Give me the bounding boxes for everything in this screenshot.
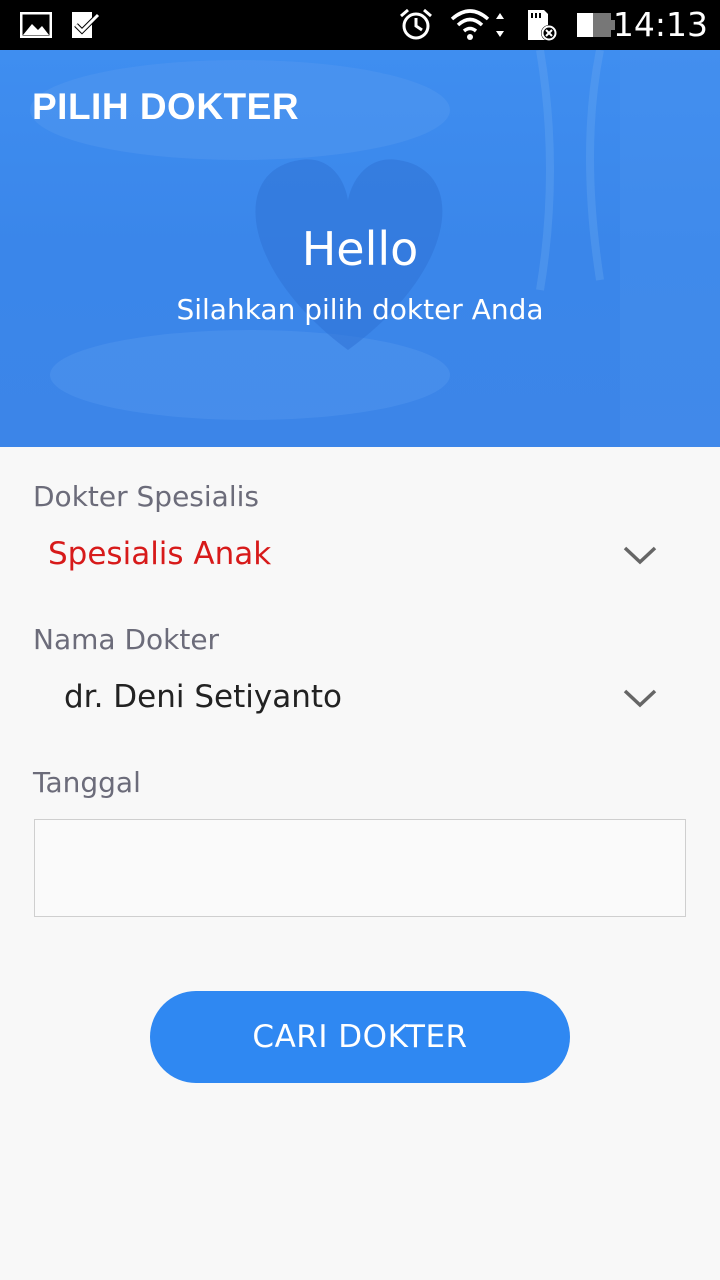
task-check-icon <box>70 8 100 42</box>
chevron-down-icon <box>623 689 657 708</box>
status-bar: 14:13 <box>0 0 720 50</box>
date-label: Tanggal <box>33 766 141 799</box>
wifi-icon <box>450 8 508 42</box>
battery-icon <box>576 8 616 42</box>
doctor-selected-value: dr. Deni Setiyanto <box>64 679 342 715</box>
specialist-label: Dokter Spesialis <box>33 480 259 513</box>
subtitle-text: Silahkan pilih dokter Anda <box>176 293 544 326</box>
chevron-down-icon <box>623 546 657 565</box>
header-banner: PILIH DOKTER Hello Silahkan pilih dokter… <box>0 50 720 447</box>
doctor-name-label: Nama Dokter <box>33 623 220 656</box>
doctor-dropdown[interactable]: dr. Deni Setiyanto <box>33 669 687 729</box>
page-title: PILIH DOKTER <box>32 86 300 127</box>
gallery-icon <box>20 8 52 42</box>
sd-card-error-icon <box>522 8 560 42</box>
specialist-selected-value: Spesialis Anak <box>48 536 272 572</box>
specialist-dropdown[interactable]: Spesialis Anak <box>33 526 687 586</box>
search-doctor-button[interactable]: CARI DOKTER <box>150 991 570 1083</box>
alarm-icon <box>398 8 434 42</box>
greeting-text: Hello <box>301 222 419 276</box>
status-time: 14:13 <box>612 5 708 44</box>
date-field[interactable] <box>34 819 686 917</box>
